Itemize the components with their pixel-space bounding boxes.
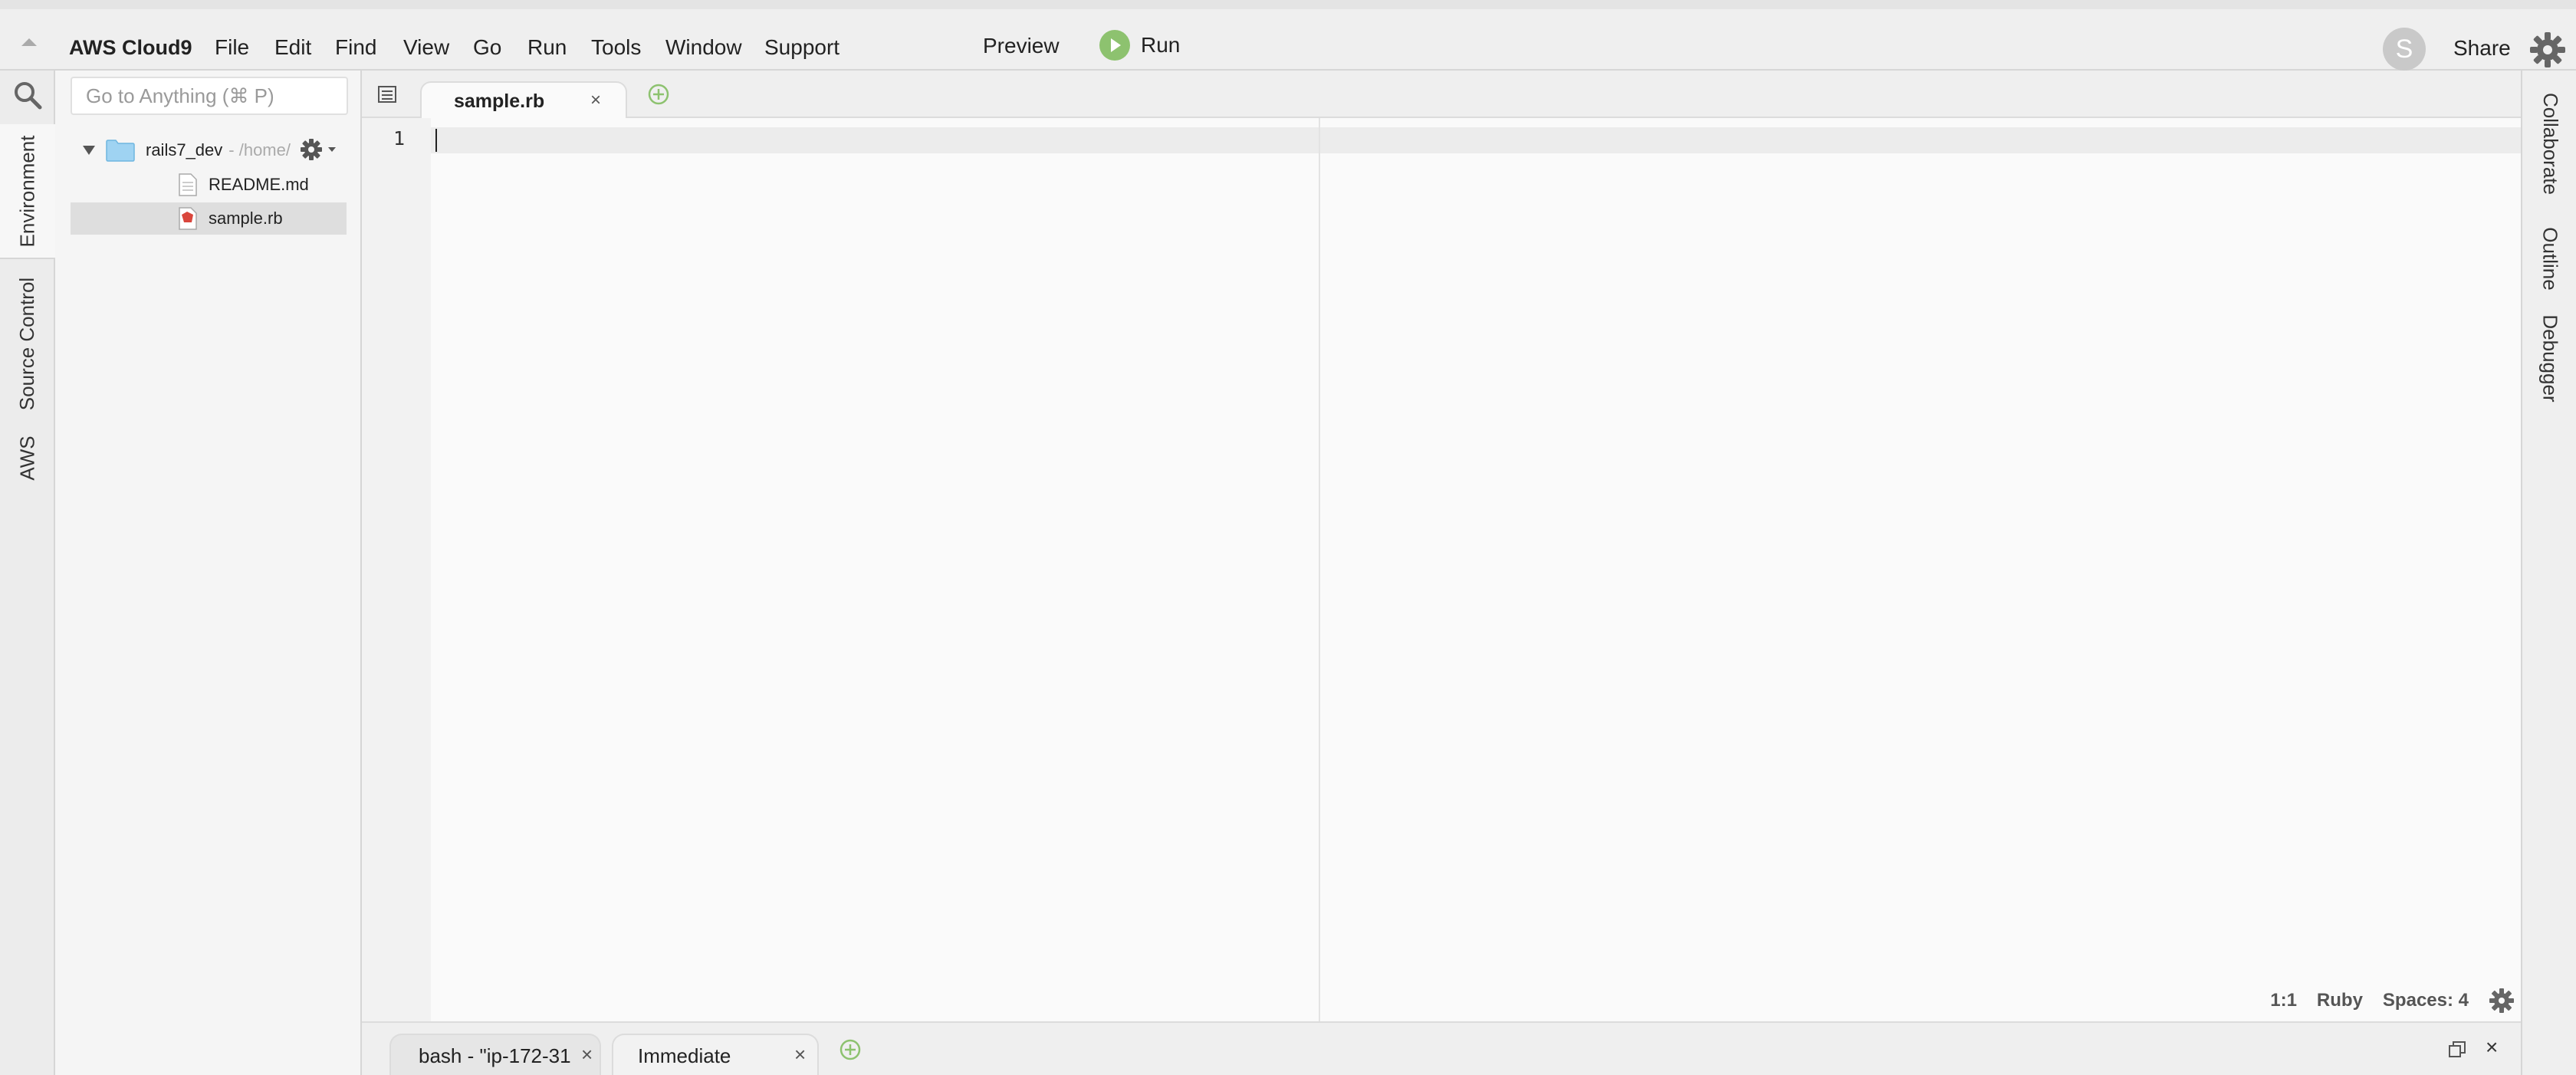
cloud9-ide: AWS Cloud9 File Edit Find View Go Run To… bbox=[0, 0, 2576, 1075]
editor-status-bar: 1:1 Ruby Spaces: 4 bbox=[2270, 988, 2515, 1014]
tab-environment-label: Environment bbox=[15, 135, 39, 247]
document-icon bbox=[179, 173, 197, 196]
tab-aws[interactable]: AWS bbox=[0, 423, 55, 492]
line-gutter: 1 bbox=[362, 118, 431, 1021]
tab-environment[interactable]: Environment bbox=[0, 124, 55, 259]
console-tab-label: Immediate bbox=[638, 1044, 731, 1067]
tab-source-control-label: Source Control bbox=[15, 277, 39, 410]
editor-tab-bar: sample.rb × bbox=[362, 71, 2521, 120]
tab-debugger[interactable]: Debugger bbox=[2522, 308, 2576, 408]
tab-aws-label: AWS bbox=[15, 435, 39, 481]
active-line-highlight bbox=[431, 127, 2521, 153]
folder-icon bbox=[106, 140, 135, 162]
tree-file-sample-rb[interactable]: sample.rb bbox=[71, 202, 347, 235]
tab-outline[interactable]: Outline bbox=[2522, 216, 2576, 301]
file-name: README.md bbox=[209, 175, 309, 194]
preferences-gear-icon[interactable] bbox=[2528, 31, 2567, 69]
console-tab-immediate[interactable]: Immediate × bbox=[612, 1034, 819, 1075]
menu-tools[interactable]: Tools bbox=[591, 26, 641, 69]
menu-support[interactable]: Support bbox=[764, 26, 840, 69]
editor-tab-label: sample.rb bbox=[454, 90, 545, 112]
add-tab-icon[interactable] bbox=[647, 83, 670, 106]
indent-setting[interactable]: Spaces: 4 bbox=[2383, 990, 2469, 1011]
tree-root-folder[interactable]: rails7_dev - /home/ bbox=[83, 135, 291, 166]
cursor-position[interactable]: 1:1 bbox=[2270, 990, 2297, 1011]
run-label: Run bbox=[1141, 33, 1181, 57]
ruby-file-icon bbox=[179, 207, 197, 230]
file-name: sample.rb bbox=[209, 209, 283, 228]
editor-settings-gear-icon[interactable] bbox=[2489, 988, 2515, 1014]
print-margin bbox=[1319, 118, 1320, 1021]
tab-source-control[interactable]: Source Control bbox=[0, 267, 55, 420]
tab-debugger-label: Debugger bbox=[2538, 314, 2562, 403]
menu-window[interactable]: Window bbox=[665, 26, 742, 69]
app-brand[interactable]: AWS Cloud9 bbox=[69, 26, 192, 69]
menu-bar: AWS Cloud9 File Edit Find View Go Run To… bbox=[0, 0, 2576, 71]
share-button[interactable]: Share bbox=[2453, 26, 2511, 71]
preview-button[interactable]: Preview bbox=[983, 25, 1060, 67]
text-cursor bbox=[435, 129, 437, 152]
tree-settings-gear-icon[interactable] bbox=[301, 138, 342, 161]
tab-collaborate-label: Collaborate bbox=[2538, 92, 2562, 195]
console-tab-bash[interactable]: bash - "ip-172-31 × bbox=[389, 1034, 601, 1075]
menu-run[interactable]: Run bbox=[527, 26, 567, 69]
line-number: 1 bbox=[393, 127, 405, 150]
menu-view[interactable]: View bbox=[403, 26, 449, 69]
root-folder-path: - /home/ bbox=[228, 140, 291, 159]
close-tab-icon[interactable]: × bbox=[584, 89, 607, 112]
root-folder-name: rails7_dev bbox=[146, 140, 223, 159]
left-panel-rail: Environment Source Control AWS bbox=[0, 71, 55, 1075]
console-tab-label: bash - "ip-172-31 bbox=[419, 1044, 571, 1067]
tree-file-readme[interactable]: README.md bbox=[71, 169, 347, 201]
search-icon[interactable] bbox=[12, 80, 43, 110]
code-editor[interactable]: 1 1:1 Ruby Spaces: 4 bbox=[362, 118, 2521, 1021]
play-icon bbox=[1099, 30, 1130, 61]
run-button[interactable]: Run bbox=[1099, 28, 1180, 63]
menu-file[interactable]: File bbox=[215, 26, 249, 69]
tab-collaborate[interactable]: Collaborate bbox=[2522, 78, 2576, 209]
toggle-tree-icon[interactable] bbox=[376, 84, 399, 104]
user-avatar[interactable]: S bbox=[2383, 28, 2426, 71]
expand-caret-icon[interactable] bbox=[83, 146, 95, 155]
restore-panel-icon[interactable] bbox=[2447, 1040, 2467, 1060]
menu-edit[interactable]: Edit bbox=[274, 26, 311, 69]
tab-outline-label: Outline bbox=[2538, 226, 2562, 291]
close-console-icon[interactable]: × bbox=[2486, 1035, 2498, 1060]
collapse-menu-icon[interactable] bbox=[20, 35, 38, 48]
close-tab-icon[interactable]: × bbox=[794, 1043, 806, 1067]
menu-find[interactable]: Find bbox=[335, 26, 376, 69]
console-tab-bar: bash - "ip-172-31 × Immediate × × bbox=[362, 1021, 2521, 1075]
add-console-tab-icon[interactable] bbox=[839, 1038, 862, 1061]
right-panel-rail: Collaborate Outline Debugger bbox=[2521, 71, 2576, 1075]
editor-tab-sample-rb[interactable]: sample.rb × bbox=[420, 81, 627, 120]
menu-go[interactable]: Go bbox=[473, 26, 501, 69]
close-tab-icon[interactable]: × bbox=[581, 1043, 593, 1067]
language-mode[interactable]: Ruby bbox=[2317, 990, 2363, 1011]
go-to-anything-input[interactable] bbox=[71, 77, 348, 115]
environment-panel: rails7_dev - /home/ bbox=[55, 71, 362, 1075]
